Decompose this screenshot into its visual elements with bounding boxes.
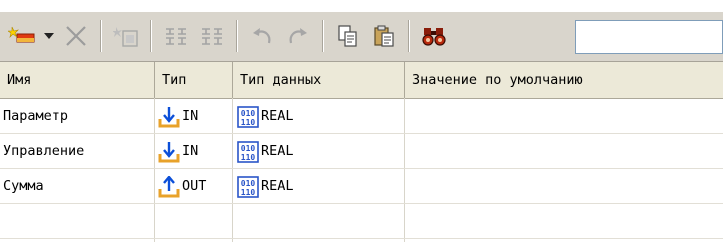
- paste-structure-button[interactable]: [196, 19, 228, 53]
- delete-button[interactable]: [60, 19, 92, 53]
- cell-type[interactable]: [158, 204, 232, 239]
- delete-icon: [66, 26, 86, 46]
- column-header-type[interactable]: Тип: [155, 62, 233, 98]
- cell-datatype[interactable]: [237, 204, 403, 239]
- toolbar-top-strip: [0, 0, 723, 12]
- column-header-datatype[interactable]: Тип данных: [233, 62, 405, 98]
- paste-structure-icon: [202, 28, 222, 45]
- toolbar-separator: [150, 20, 152, 52]
- find-binoculars-icon: [422, 28, 446, 46]
- svg-text:010: 010: [241, 109, 256, 118]
- cell-type-text: OUT: [182, 178, 207, 194]
- cell-datatype-text: REAL: [261, 178, 294, 194]
- cut-structure-icon: [166, 28, 186, 45]
- toolbar-buttons: [6, 14, 454, 58]
- declaration-table-window: Имя Тип Тип данных Значение по умолчанию…: [0, 0, 723, 242]
- column-header-default-value[interactable]: Значение по умолчанию: [405, 62, 723, 98]
- copy-icon: [338, 25, 357, 47]
- undo-button[interactable]: [246, 19, 278, 53]
- svg-text:110: 110: [241, 118, 256, 127]
- new-declaration-button[interactable]: [6, 19, 38, 53]
- cell-datatype[interactable]: 010 110 REAL: [237, 99, 403, 134]
- cell-name[interactable]: Параметр: [3, 99, 153, 134]
- column-header-name[interactable]: Имя: [0, 62, 155, 98]
- table-header: Имя Тип Тип данных Значение по умолчанию: [0, 62, 723, 99]
- cell-name[interactable]: Управление: [3, 134, 153, 169]
- svg-text:010: 010: [241, 144, 256, 153]
- table-row-empty[interactable]: [0, 204, 723, 239]
- cell-type-text: IN: [182, 108, 199, 124]
- cell-default-value[interactable]: [408, 204, 722, 239]
- paste-button[interactable]: [368, 19, 400, 53]
- new-declaration-icon: [8, 26, 35, 43]
- cell-datatype-text: REAL: [261, 143, 294, 159]
- svg-text:110: 110: [241, 188, 256, 197]
- paste-icon: [374, 25, 394, 47]
- toolbar-separator: [322, 20, 324, 52]
- cell-datatype[interactable]: 010 110 REAL: [237, 134, 403, 169]
- toolbar: [0, 0, 723, 62]
- svg-text:010: 010: [241, 179, 256, 188]
- cut-structure-button[interactable]: [160, 19, 192, 53]
- cell-default-value[interactable]: [408, 134, 722, 169]
- table-row[interactable]: Сумма OUT 010 110 REAL: [0, 169, 723, 204]
- declaration-table: Имя Тип Тип данных Значение по умолчанию…: [0, 62, 723, 242]
- cell-type[interactable]: OUT: [158, 169, 232, 204]
- toolbar-separator: [100, 20, 102, 52]
- input-arrow-down-icon: [158, 106, 180, 127]
- copy-button[interactable]: [332, 19, 364, 53]
- find-button[interactable]: [418, 19, 450, 53]
- new-declaration-dropdown[interactable]: [42, 19, 56, 53]
- cell-type[interactable]: IN: [158, 99, 232, 134]
- cell-default-value[interactable]: [408, 99, 722, 134]
- cell-name[interactable]: [3, 204, 153, 239]
- svg-text:110: 110: [241, 153, 256, 162]
- search-input[interactable]: [575, 20, 723, 54]
- cell-datatype[interactable]: 010 110 REAL: [237, 169, 403, 204]
- cell-type[interactable]: IN: [158, 134, 232, 169]
- cell-type-text: IN: [182, 143, 199, 159]
- redo-button[interactable]: [282, 19, 314, 53]
- toolbar-separator: [236, 20, 238, 52]
- cell-name-text: Управление: [3, 143, 85, 159]
- insert-row-button[interactable]: [110, 19, 142, 53]
- redo-icon: [289, 28, 307, 44]
- toolbar-separator: [408, 20, 410, 52]
- undo-icon: [253, 28, 271, 44]
- real-type-icon: 010 110: [237, 105, 259, 128]
- table-row[interactable]: Параметр IN 010 110 REAL: [0, 99, 723, 134]
- cell-name-text: Сумма: [3, 178, 44, 194]
- cell-default-value[interactable]: [408, 169, 722, 204]
- real-type-icon: 010 110: [237, 140, 259, 163]
- dropdown-arrow-icon: [44, 33, 54, 39]
- output-arrow-up-icon: [158, 175, 180, 197]
- cell-name-text: Параметр: [3, 108, 69, 124]
- cell-datatype-text: REAL: [261, 108, 294, 124]
- insert-row-icon: [113, 27, 138, 47]
- table-row[interactable]: Управление IN 010 110 REAL: [0, 134, 723, 169]
- real-type-icon: 010 110: [237, 175, 259, 198]
- input-arrow-down-icon: [158, 141, 180, 162]
- cell-name[interactable]: Сумма: [3, 169, 153, 204]
